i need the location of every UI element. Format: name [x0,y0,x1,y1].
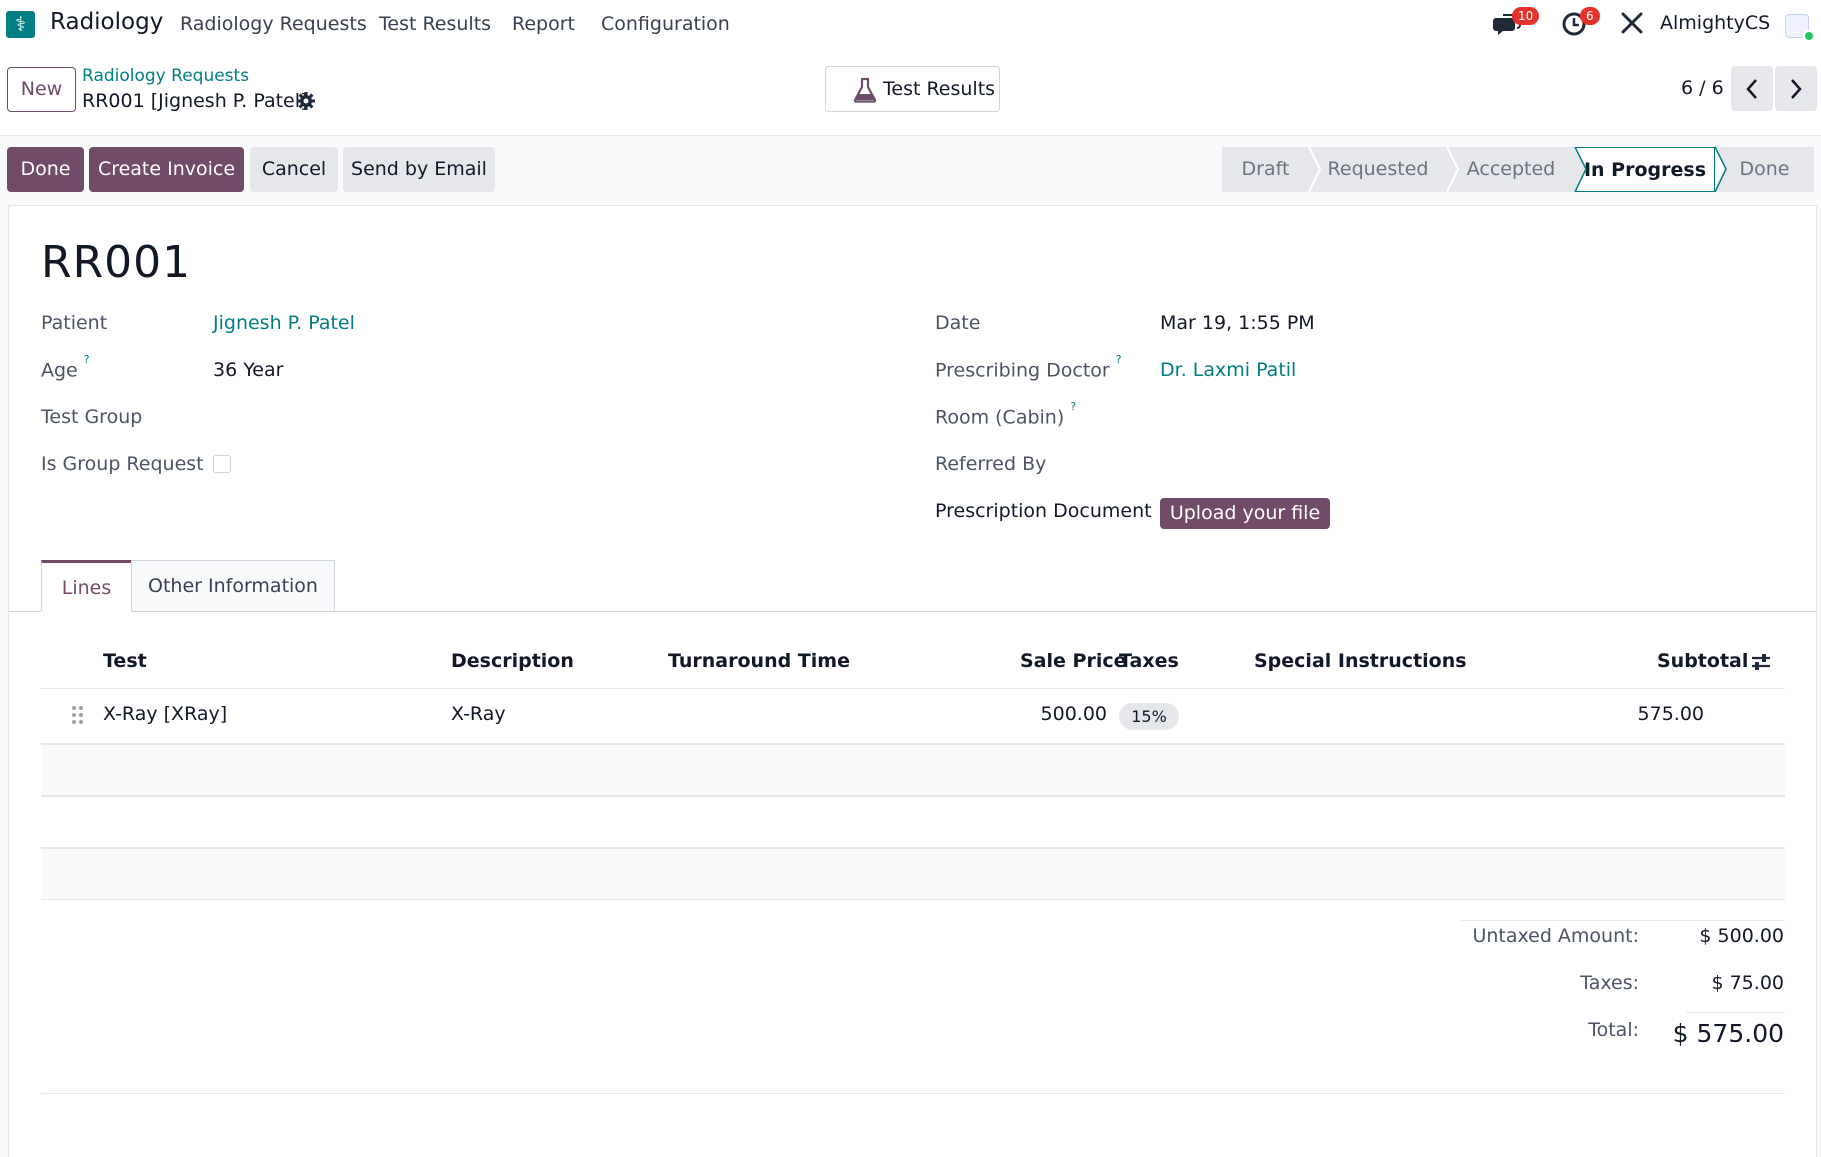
referred-by-field[interactable] [1160,451,1780,479]
untaxed-amount-label: Untaxed Amount: [1472,925,1639,947]
done-button[interactable]: Done [7,147,84,192]
company-switcher[interactable]: AlmightyCS [1660,12,1770,34]
table-header-divider [41,688,1785,689]
referred-by-label: Referred By [935,453,1047,475]
column-taxes[interactable]: Taxes [1119,650,1179,672]
messages-badge: 10 [1512,7,1540,25]
age-field[interactable]: 36 Year [213,359,283,381]
prescribing-doctor-field[interactable]: Dr. Laxmi Patil [1160,359,1296,381]
room-cabin-field[interactable] [1160,404,1780,432]
status-arrows-decoration [1308,147,1727,192]
line-sale-price[interactable]: 500.00 [990,703,1107,725]
breadcrumb-current-record: RR001 [Jignesh P. Patel] [82,90,308,112]
empty-row[interactable] [41,744,1785,796]
activities-badge: 6 [1580,7,1600,25]
pager-value[interactable]: 6 / 6 [1681,77,1724,99]
pager-next-button[interactable] [1775,66,1817,111]
column-special-instructions[interactable]: Special Instructions [1254,650,1467,672]
doctor-help-tooltip[interactable]: ? [1116,353,1122,366]
age-help-tooltip[interactable]: ? [84,353,90,366]
total-divider [1686,1012,1785,1013]
totals-top-divider [1461,920,1785,921]
form-sheet [8,205,1817,1157]
taxes-label: Taxes: [1580,972,1639,994]
taxes-value: $ 75.00 [1711,972,1784,994]
app-name[interactable]: Radiology [50,9,163,35]
room-help-tooltip[interactable]: ? [1070,400,1076,413]
tab-lines[interactable]: Lines [41,560,132,612]
menu-configuration[interactable]: Configuration [601,13,730,35]
column-turnaround-time[interactable]: Turnaround Time [668,650,850,672]
online-status-dot [1803,30,1815,42]
upload-file-button[interactable]: Upload your file [1160,498,1330,529]
column-settings-icon[interactable] [1750,651,1772,673]
debug-tools-icon[interactable] [1620,11,1644,35]
menu-radiology-requests[interactable]: Radiology Requests [180,13,367,35]
radiology-app-icon[interactable]: ⚕ [6,11,35,38]
column-subtotal[interactable]: Subtotal [1657,650,1748,672]
is-group-request-label: Is Group Request [41,453,204,475]
untaxed-amount-value: $ 500.00 [1699,925,1784,947]
column-sale-price[interactable]: Sale Price [1020,650,1126,672]
record-name[interactable]: RR001 [41,237,191,288]
cancel-button[interactable]: Cancel [250,147,338,192]
create-invoice-button[interactable]: Create Invoice [89,147,244,192]
test-group-label: Test Group [41,406,143,428]
line-subtotal: 575.00 [1637,703,1704,725]
empty-row[interactable] [41,796,1785,848]
prescribing-doctor-label: Prescribing Doctor ? [935,353,1122,382]
line-description[interactable]: X-Ray [451,703,506,725]
form-bottom-divider [41,1093,1785,1094]
send-by-email-button[interactable]: Send by Email [343,147,495,192]
menu-report[interactable]: Report [512,13,575,35]
test-results-smart-button[interactable]: Test Results [825,66,1000,112]
total-value: $ 575.00 [1672,1019,1784,1048]
total-label: Total: [1588,1019,1639,1041]
room-cabin-label: Room (Cabin) ? [935,400,1077,429]
new-record-button[interactable]: New [7,67,76,112]
patient-label: Patient [41,312,108,334]
breadcrumb-parent[interactable]: Radiology Requests [82,66,249,86]
pager-previous-button[interactable] [1731,66,1773,111]
tab-other-information[interactable]: Other Information [131,560,335,612]
patient-field[interactable]: Jignesh P. Patel [213,312,355,334]
flask-icon [853,77,877,103]
gear-icon[interactable] [296,91,316,111]
line-test[interactable]: X-Ray [XRay] [103,703,227,725]
line-tax-tag[interactable]: 15% [1119,703,1179,730]
column-test[interactable]: Test [103,650,147,672]
test-group-field[interactable] [213,404,773,432]
is-group-request-checkbox[interactable] [213,455,231,473]
drag-handle-icon[interactable] [72,706,86,726]
prescription-document-label: Prescription Document [935,500,1152,522]
age-label: Age ? [41,353,90,382]
column-description[interactable]: Description [451,650,574,672]
smart-button-label: Test Results [883,78,996,100]
chevron-right-icon [1791,79,1802,99]
menu-test-results[interactable]: Test Results [379,13,491,35]
date-field[interactable]: Mar 19, 1:55 PM [1160,312,1315,334]
empty-row[interactable] [41,848,1785,900]
status-draft[interactable]: Draft [1222,147,1309,192]
chevron-left-icon [1746,79,1757,99]
date-label: Date [935,312,981,334]
